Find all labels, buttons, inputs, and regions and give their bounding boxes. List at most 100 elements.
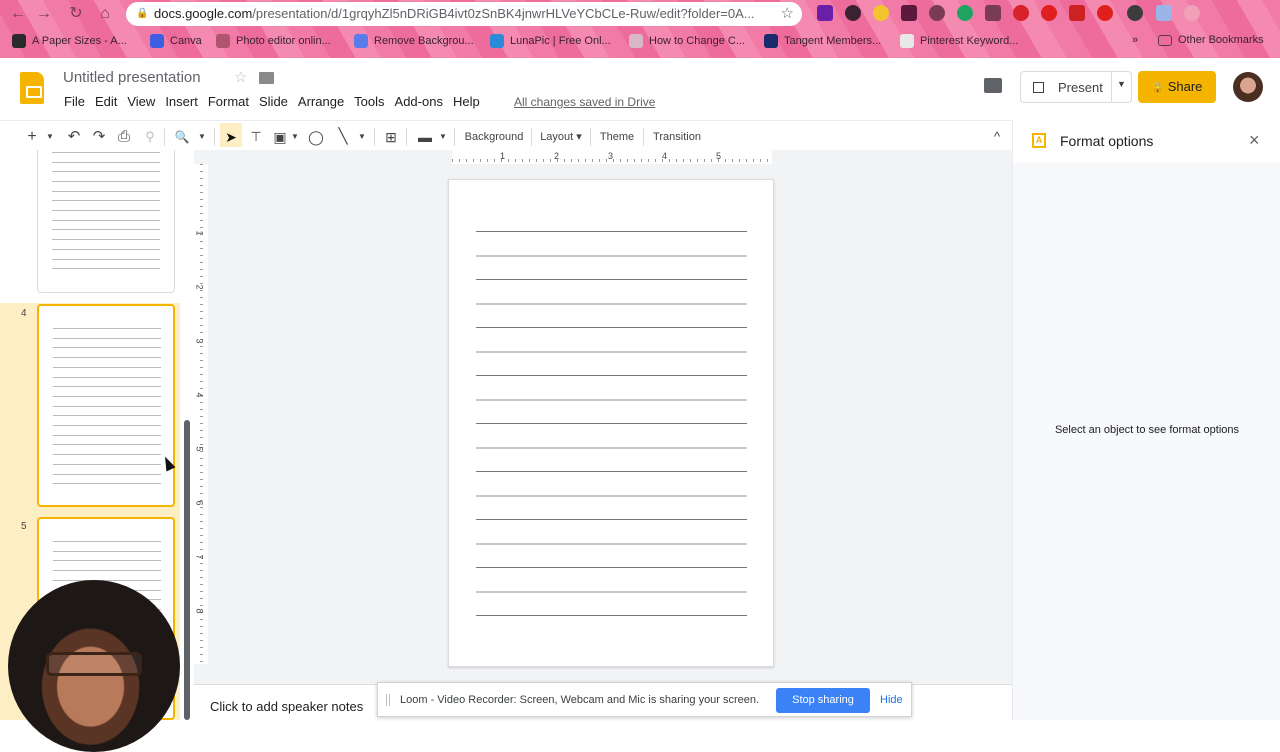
present-dropdown-icon[interactable]: ▼: [1117, 79, 1126, 89]
bookmark-item[interactable]: LunaPic | Free Onl...: [490, 34, 611, 48]
writing-line[interactable]: [476, 399, 747, 401]
input-tools-icon[interactable]: ▬: [414, 127, 436, 147]
text-box-icon[interactable]: ⊤: [246, 127, 266, 147]
folder-icon[interactable]: [259, 72, 274, 84]
image-icon[interactable]: ▣: [271, 127, 289, 147]
writing-line[interactable]: [476, 615, 747, 616]
close-icon[interactable]: ×: [1249, 130, 1260, 151]
browser-extension-icon[interactable]: [1013, 5, 1029, 21]
document-title[interactable]: Untitled presentation: [63, 69, 201, 86]
star-icon[interactable]: ☆: [234, 68, 247, 86]
hide-button[interactable]: Hide: [880, 694, 903, 706]
menu-tools[interactable]: Tools: [354, 94, 384, 109]
home-icon[interactable]: ⌂: [95, 4, 115, 24]
line-dropdown-icon[interactable]: ▼: [356, 127, 368, 147]
bookmark-item[interactable]: A Paper Sizes - A...: [12, 34, 127, 48]
browser-extension-icon[interactable]: [1097, 5, 1113, 21]
new-slide-dropdown-icon[interactable]: ▼: [44, 127, 56, 147]
writing-line[interactable]: [476, 375, 747, 376]
writing-line[interactable]: [476, 543, 747, 545]
vertical-ruler[interactable]: 1 2 3 4 5 6 7 8: [194, 164, 208, 664]
menu-slide[interactable]: Slide: [259, 94, 288, 109]
menu-arrange[interactable]: Arrange: [298, 94, 344, 109]
browser-extension-icon[interactable]: [1069, 5, 1085, 21]
menu-file[interactable]: File: [64, 94, 85, 109]
slide-thumbnail[interactable]: [37, 304, 175, 507]
writing-line[interactable]: [476, 303, 747, 305]
writing-line[interactable]: [476, 519, 747, 520]
zoom-dropdown-icon[interactable]: ▼: [196, 127, 208, 147]
redo-icon[interactable]: ↷: [89, 127, 109, 147]
slides-logo-icon[interactable]: [20, 72, 44, 104]
writing-line[interactable]: [476, 351, 747, 353]
browser-extension-icon[interactable]: [1156, 5, 1172, 21]
print-icon[interactable]: ⎙: [114, 127, 134, 147]
new-slide-icon[interactable]: +: [22, 127, 42, 147]
insert-comment-icon[interactable]: ⊞: [381, 127, 401, 147]
drag-handle-icon[interactable]: [386, 694, 390, 706]
line-icon[interactable]: ╲: [333, 127, 353, 147]
writing-line[interactable]: [476, 495, 747, 497]
writing-line[interactable]: [476, 327, 747, 328]
browser-extension-icon[interactable]: [901, 5, 917, 21]
comments-icon[interactable]: [984, 78, 1002, 93]
menu-insert[interactable]: Insert: [165, 94, 198, 109]
forward-icon[interactable]: →: [34, 4, 54, 24]
writing-line[interactable]: [476, 591, 747, 593]
zoom-icon[interactable]: 🔍: [172, 127, 192, 147]
menu-view[interactable]: View: [127, 94, 155, 109]
browser-extension-icon[interactable]: [957, 5, 973, 21]
bookmark-item[interactable]: Tangent Members...: [764, 34, 881, 48]
browser-extension-icon[interactable]: [929, 5, 945, 21]
background-button[interactable]: Background: [462, 127, 526, 147]
writing-line[interactable]: [476, 567, 747, 568]
reload-icon[interactable]: ↻: [66, 4, 86, 24]
browser-extension-icon[interactable]: [1041, 5, 1057, 21]
menu-help[interactable]: Help: [453, 94, 480, 109]
browser-extension-icon[interactable]: [1127, 5, 1143, 21]
other-bookmarks[interactable]: Other Bookmarks: [1158, 34, 1264, 46]
bookmark-item[interactable]: Photo editor onlin...: [216, 34, 331, 48]
image-dropdown-icon[interactable]: ▼: [289, 127, 301, 147]
bookmark-star-icon[interactable]: ☆: [781, 2, 794, 26]
writing-line[interactable]: [476, 423, 747, 424]
writing-line[interactable]: [476, 471, 747, 472]
address-bar[interactable]: 🔒 docs.google.com/presentation/d/1grqyhZ…: [126, 2, 802, 26]
save-status[interactable]: All changes saved in Drive: [514, 95, 655, 109]
menu-format[interactable]: Format: [208, 94, 249, 109]
slide-thumbnail[interactable]: [37, 150, 175, 293]
menu-edit[interactable]: Edit: [95, 94, 117, 109]
browser-extension-icon[interactable]: [985, 5, 1001, 21]
bookmarks-overflow[interactable]: »: [1132, 34, 1138, 46]
back-icon[interactable]: ←: [8, 4, 28, 24]
writing-line[interactable]: [476, 231, 747, 232]
writing-line[interactable]: [476, 255, 747, 257]
undo-icon[interactable]: ↶: [64, 127, 84, 147]
shape-icon[interactable]: ◯: [306, 127, 326, 147]
select-cursor-icon[interactable]: ➤: [221, 127, 241, 147]
input-tools-dropdown-icon[interactable]: ▼: [437, 127, 449, 147]
transition-button[interactable]: Transition: [650, 127, 704, 147]
bookmark-item[interactable]: Remove Backgrou...: [354, 34, 474, 48]
theme-button[interactable]: Theme: [597, 127, 637, 147]
horizontal-ruler[interactable]: 1 2 3 4 5: [452, 150, 772, 164]
bookmark-item[interactable]: Canva: [150, 34, 202, 48]
filmstrip-scrollbar[interactable]: [184, 420, 190, 720]
writing-line[interactable]: [476, 447, 747, 449]
present-button[interactable]: Present ▼: [1020, 71, 1132, 103]
layout-button[interactable]: Layout ▾: [538, 127, 584, 147]
browser-extension-icon[interactable]: [817, 5, 833, 21]
webcam-bubble[interactable]: [8, 580, 180, 752]
bookmark-item[interactable]: How to Change C...: [629, 34, 745, 48]
browser-extension-icon[interactable]: [845, 5, 861, 21]
account-avatar[interactable]: [1233, 72, 1263, 102]
menu-add-ons[interactable]: Add-ons: [395, 94, 443, 109]
collapse-toolbar-icon[interactable]: ^: [988, 127, 1006, 147]
browser-extension-icon[interactable]: [1184, 5, 1200, 21]
paint-format-icon[interactable]: ⚲: [140, 127, 160, 147]
browser-extension-icon[interactable]: [873, 5, 889, 21]
bookmark-item[interactable]: Pinterest Keyword...: [900, 34, 1018, 48]
stop-sharing-button[interactable]: Stop sharing: [776, 688, 870, 713]
writing-line[interactable]: [476, 279, 747, 280]
current-slide[interactable]: [448, 179, 774, 667]
